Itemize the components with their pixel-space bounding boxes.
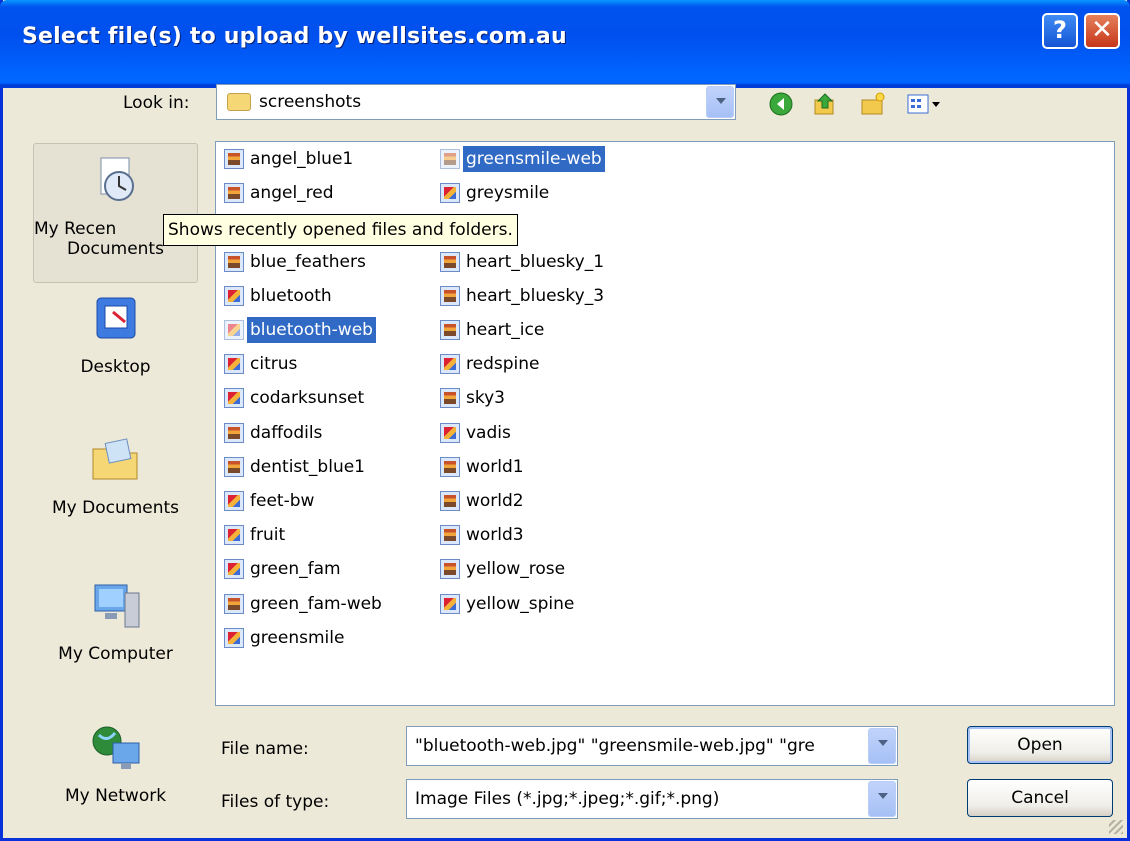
file-type-select[interactable]: Image Files (*.jpg;*.jpeg;*.gif;*.png): [406, 779, 898, 819]
file-name: bluetooth-web: [247, 317, 376, 343]
image-file-icon: [224, 285, 244, 306]
chevron-down-icon[interactable]: [868, 781, 896, 817]
bitmap-file-icon: [440, 320, 460, 340]
file-name: world2: [466, 491, 524, 511]
file-name: heart_bluesky_1: [466, 251, 605, 272]
help-button[interactable]: ?: [1042, 13, 1078, 49]
image-file-icon: [440, 183, 460, 204]
file-name: redspine: [466, 354, 540, 375]
file-name: angel_red: [250, 183, 334, 204]
tooltip: Shows recently opened files and folders.: [163, 214, 518, 246]
bitmap-file-icon: [224, 251, 244, 272]
file-name-value: "bluetooth-web.jpg" "greensmile-web.jpg"…: [415, 736, 815, 756]
bitmap-file-icon: [224, 422, 244, 443]
my-documents-icon: [92, 438, 137, 480]
recent-documents-icon: [100, 157, 134, 201]
file-name: citrus: [250, 354, 298, 375]
image-file-icon: [440, 593, 460, 614]
image-file-icon: [224, 559, 244, 580]
up-folder-icon[interactable]: [811, 90, 839, 118]
bitmap-file-icon: [440, 491, 460, 511]
look-in-label: Look in:: [123, 93, 190, 113]
file-name: green_fam: [250, 559, 341, 580]
window-title: Select file(s) to upload by wellsites.co…: [22, 24, 567, 49]
image-file-icon: [440, 354, 460, 375]
views-menu-icon[interactable]: [905, 90, 953, 118]
file-name: greensmile-web: [463, 146, 605, 172]
file-name: bluetooth: [250, 285, 332, 306]
image-file-icon: [224, 320, 244, 340]
bitmap-file-icon: [440, 251, 460, 272]
new-folder-icon[interactable]: [859, 90, 887, 118]
back-icon[interactable]: [767, 90, 795, 118]
file-name: blue_feathers: [250, 251, 366, 272]
place-label: Desktop: [80, 357, 151, 377]
image-file-icon: [224, 525, 244, 546]
file-upload-dialog: Select file(s) to upload by wellsites.co…: [0, 0, 1130, 841]
open-button[interactable]: Open: [967, 726, 1113, 764]
my-network-icon: [92, 726, 139, 769]
look-in-dropdown[interactable]: screenshots: [216, 84, 736, 120]
place-my-documents[interactable]: My Documents: [33, 435, 198, 540]
file-name: world1: [466, 456, 524, 477]
file-name: codarksunset: [250, 388, 365, 409]
bitmap-file-icon: [440, 456, 460, 477]
place-my-computer[interactable]: My Computer: [33, 581, 198, 686]
file-name: angel_blue1: [250, 149, 354, 169]
file-name: yellow_rose: [466, 559, 566, 580]
file-name: daffodils: [250, 422, 323, 443]
my-computer-icon: [94, 584, 139, 628]
file-name: world3: [466, 525, 524, 546]
image-file-icon: [224, 627, 244, 648]
file-name: heart_ice: [466, 320, 545, 340]
file-type-value: Image Files (*.jpg;*.jpeg;*.gif;*.png): [415, 789, 720, 809]
place-label: My Documents: [51, 498, 180, 518]
dialog-body: Look in: screenshots My Recen Documents …: [3, 59, 1127, 838]
cancel-button[interactable]: Cancel: [967, 779, 1113, 817]
file-name: vadis: [466, 422, 511, 443]
file-type-label: Files of type:: [221, 792, 330, 812]
place-my-network[interactable]: My Network: [33, 723, 198, 823]
file-name: sky3: [466, 388, 505, 409]
bitmap-file-icon: [440, 149, 460, 169]
image-file-icon: [224, 491, 244, 511]
place-label: My Computer: [58, 644, 173, 664]
image-file-icon: [224, 354, 244, 375]
bitmap-file-icon: [440, 285, 460, 306]
file-name: dentist_blue1: [250, 456, 365, 477]
bitmap-file-icon: [224, 456, 244, 477]
desktop-icon: [96, 297, 135, 339]
file-name: greysmile: [466, 183, 550, 204]
look-in-value: screenshots: [259, 92, 362, 112]
bitmap-file-icon: [440, 525, 460, 546]
file-name: greensmile: [250, 627, 345, 648]
file-name-field[interactable]: "bluetooth-web.jpg" "greensmile-web.jpg"…: [406, 726, 898, 766]
bitmap-file-icon: [224, 183, 244, 204]
file-name: heart_bluesky_3: [466, 285, 605, 306]
place-my-recent-documents[interactable]: My Recen Documents: [33, 143, 198, 283]
chevron-down-icon[interactable]: [706, 86, 734, 118]
image-file-icon: [440, 422, 460, 443]
place-label: My Network: [64, 786, 167, 806]
chevron-down-icon[interactable]: [868, 728, 896, 764]
file-name: green_fam-web: [250, 593, 382, 614]
bitmap-file-icon: [224, 149, 244, 169]
file-name: fruit: [250, 525, 286, 546]
image-file-icon: [224, 388, 244, 409]
bitmap-file-icon: [440, 388, 460, 409]
close-button[interactable]: ✕: [1084, 13, 1120, 49]
resize-grip[interactable]: [1109, 820, 1123, 834]
bitmap-file-icon: [440, 559, 460, 580]
file-name: yellow_spine: [466, 593, 575, 614]
place-desktop[interactable]: Desktop: [33, 294, 198, 399]
bitmap-file-icon: [224, 593, 244, 614]
file-name: feet-bw: [250, 491, 315, 511]
file-name-label: File name:: [221, 739, 309, 759]
folder-icon: [227, 93, 251, 111]
